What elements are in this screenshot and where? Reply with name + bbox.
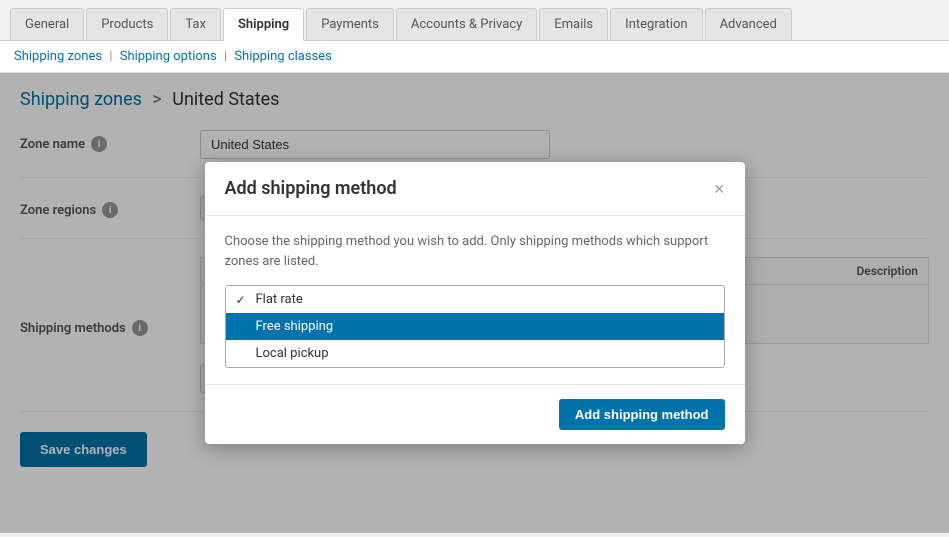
local-pickup-label: Local pickup — [256, 346, 329, 361]
modal-body: Choose the shipping method you wish to a… — [205, 216, 745, 384]
page-content: Shipping zones > United States Zone name… — [0, 73, 949, 533]
modal-footer: Add shipping method — [205, 384, 745, 444]
tab-emails[interactable]: Emails — [539, 8, 608, 40]
tab-accounts-privacy[interactable]: Accounts & Privacy — [396, 8, 537, 40]
modal-close-button[interactable]: × — [714, 180, 725, 198]
flat-rate-label: Flat rate — [256, 292, 303, 307]
modal-overlay[interactable]: Add shipping method × Choose the shippin… — [0, 73, 949, 533]
option-local-pickup[interactable]: Local pickup — [226, 340, 724, 367]
tab-advanced[interactable]: Advanced — [705, 8, 792, 40]
subnav-shipping-zones[interactable]: Shipping zones — [14, 49, 102, 64]
option-flat-rate[interactable]: ✓ Flat rate — [226, 286, 724, 313]
tab-tax[interactable]: Tax — [170, 8, 221, 40]
shipping-method-select-list: ✓ Flat rate Free shipping Local pickup — [225, 285, 725, 368]
tab-general[interactable]: General — [10, 8, 84, 40]
tab-payments[interactable]: Payments — [306, 8, 394, 40]
top-nav: General Products Tax Shipping Payments A… — [0, 0, 949, 41]
tab-shipping[interactable]: Shipping — [223, 8, 304, 41]
sub-nav: Shipping zones | Shipping options | Ship… — [0, 41, 949, 73]
free-shipping-label: Free shipping — [256, 319, 334, 334]
separator-1: | — [109, 49, 112, 64]
subnav-shipping-options[interactable]: Shipping options — [120, 49, 217, 64]
option-free-shipping[interactable]: Free shipping — [226, 313, 724, 340]
tab-products[interactable]: Products — [86, 8, 168, 40]
modal-header: Add shipping method × — [205, 162, 745, 216]
modal-description: Choose the shipping method you wish to a… — [225, 232, 725, 271]
modal-title: Add shipping method — [225, 178, 397, 199]
separator-2: | — [224, 49, 227, 64]
subnav-shipping-classes[interactable]: Shipping classes — [234, 49, 332, 64]
confirm-add-shipping-method-button[interactable]: Add shipping method — [559, 399, 725, 430]
add-shipping-method-modal: Add shipping method × Choose the shippin… — [205, 162, 745, 444]
tab-integration[interactable]: Integration — [610, 8, 702, 40]
flat-rate-check-icon: ✓ — [236, 293, 250, 307]
